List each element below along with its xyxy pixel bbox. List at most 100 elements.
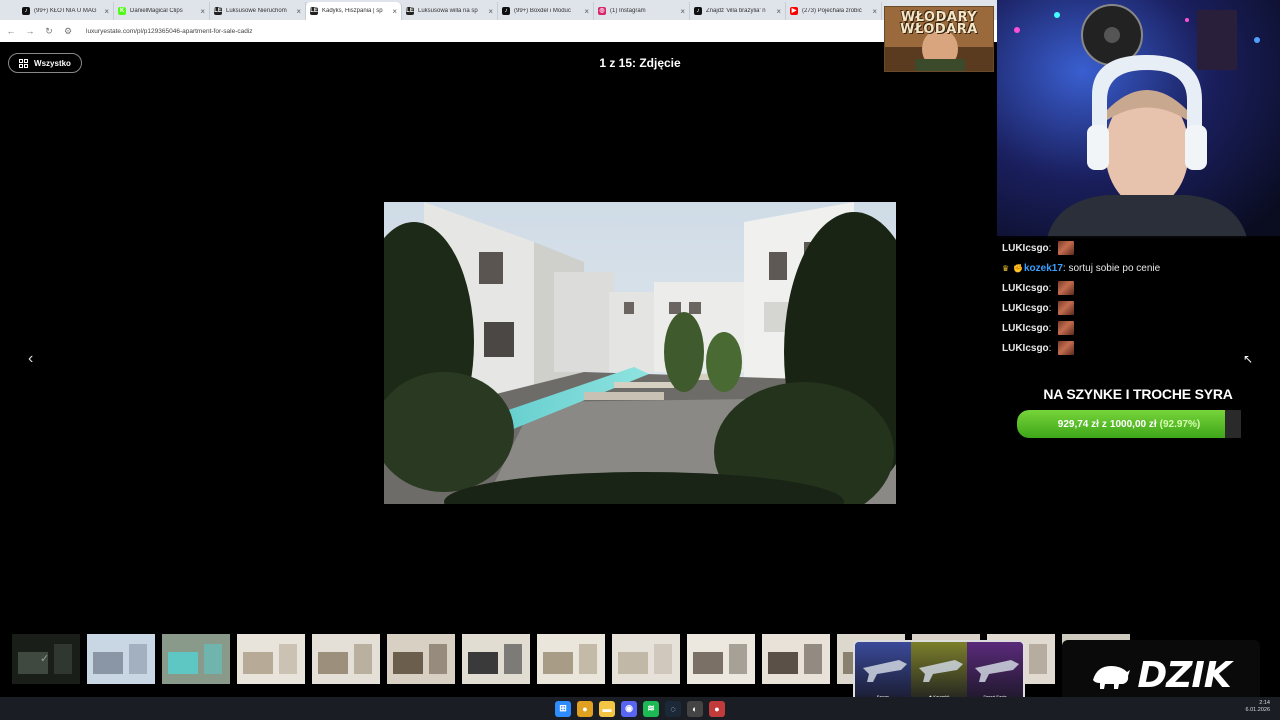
spotify-icon[interactable]: ≋: [643, 700, 659, 717]
luxuryestate-icon: LE: [214, 7, 222, 15]
previous-photo-icon[interactable]: ‹: [28, 350, 33, 368]
photo-thumbnail[interactable]: [87, 634, 155, 684]
donation-goal-text: 929,74 zł z 1000,00 zł (92.97%): [1017, 410, 1241, 438]
chat-username[interactable]: LUKIcsgo: [1002, 323, 1049, 334]
discord-icon[interactable]: ◉: [621, 700, 637, 717]
goal-target: 1000,00 zł: [1109, 418, 1157, 430]
chat-separator: :: [1048, 322, 1055, 334]
browser-tab[interactable]: LE Kadyks, Hiszpania | sp ×: [306, 2, 402, 20]
tab-title: (273) Pojechała zrobić: [802, 8, 862, 14]
chat-message: LUKIcsgo:: [1002, 278, 1275, 298]
browser-tab[interactable]: ♪ Znajdź 'villa brazylia' n ×: [690, 2, 786, 20]
chat-text: sortuj sobie po cenie: [1068, 262, 1161, 274]
browser-tab[interactable]: ♪ (99+) Boxdel i Moduc ×: [498, 2, 594, 20]
chat-username[interactable]: LUKIcsgo: [1002, 243, 1049, 254]
chat-separator: :: [1048, 342, 1055, 354]
chat-username[interactable]: LUKIcsgo: [1002, 283, 1049, 294]
photo-thumbnail[interactable]: [537, 634, 605, 684]
reload-icon[interactable]: ↻: [44, 26, 54, 37]
browser-tab[interactable]: LE Luksusowa willa na sp ×: [402, 2, 498, 20]
steam-icon[interactable]: ◌: [665, 700, 681, 717]
stream-banner: WŁODARY WŁODARA: [884, 6, 994, 72]
main-photo: [384, 202, 896, 504]
browser-tab-bar: ♪ (99+) KŁÓTNIA U MAG × K DanielMagical Clip…: [0, 0, 1000, 20]
youtube-icon: ▶: [790, 7, 798, 15]
forward-icon[interactable]: →: [25, 26, 35, 36]
chat-username[interactable]: kozek17: [1024, 263, 1063, 274]
chrome-icon[interactable]: ●: [577, 700, 593, 717]
tab-title: Luksusowa willa na sp: [418, 8, 478, 14]
chat-emote-icon: [1058, 281, 1075, 295]
photo-thumbnail[interactable]: [387, 634, 455, 684]
photo-thumbnail[interactable]: [762, 634, 830, 684]
chat-separator: :: [1048, 302, 1055, 314]
selected-check-icon: ✓: [40, 653, 50, 665]
boar-icon: [1093, 666, 1131, 689]
browser-tab[interactable]: ◎ (1) Instagram ×: [594, 2, 690, 20]
chat-separator: :: [1048, 282, 1055, 294]
close-tab-icon[interactable]: ×: [392, 7, 397, 16]
browser-tab[interactable]: ▶ (273) Pojechała zrobić ×: [786, 2, 882, 20]
chat-separator: :: [1048, 242, 1055, 254]
tab-title: DanielMagical Clips: [130, 8, 183, 14]
tiktok-icon: ♪: [694, 7, 702, 15]
site-info-icon[interactable]: ⚙: [63, 26, 73, 37]
chat-message: LUKIcsgo:: [1002, 298, 1275, 318]
clock-date: 6.01.2026: [1245, 707, 1270, 713]
chat-message: LUKIcsgo:: [1002, 338, 1275, 358]
close-tab-icon[interactable]: ×: [104, 7, 109, 16]
windows-start-icon[interactable]: ⊞: [555, 700, 571, 717]
photo-thumbnail[interactable]: [237, 634, 305, 684]
obs-icon[interactable]: ◐: [687, 700, 703, 717]
weapon-icon: [919, 660, 963, 682]
back-icon[interactable]: ←: [6, 26, 16, 36]
photo-thumbnail[interactable]: [612, 634, 680, 684]
browser-tab[interactable]: ♪ (99+) KŁÓTNIA U MAG ×: [18, 2, 114, 20]
file-explorer-icon[interactable]: ▬: [599, 700, 615, 717]
donation-goal-bar: 929,74 zł z 1000,00 zł (92.97%): [1017, 410, 1241, 438]
close-tab-icon[interactable]: ×: [488, 7, 493, 16]
chat-emote-icon: [1058, 321, 1075, 335]
instagram-icon: ◎: [598, 7, 606, 15]
clock-time: 2:14: [1259, 700, 1270, 706]
goal-separator: z: [1101, 418, 1107, 430]
tab-title: Kadyks, Hiszpania | sp: [322, 8, 383, 14]
browser-tab[interactable]: K DanielMagical Clips ×: [114, 2, 210, 20]
crown-badge-icon: ♛: [1002, 263, 1010, 273]
photo-thumbnail[interactable]: [462, 634, 530, 684]
close-tab-icon[interactable]: ×: [296, 7, 301, 16]
show-all-label: Wszystko: [34, 58, 71, 68]
chat-emote-icon: [1058, 301, 1075, 315]
muscle-badge-icon: ✊: [1013, 263, 1023, 273]
photo-thumbnail[interactable]: [687, 634, 755, 684]
url-field[interactable]: luxuryestate.com/pl/p129365046-apartment…: [86, 28, 253, 35]
chat-username[interactable]: LUKIcsgo: [1002, 303, 1049, 314]
tiktok-icon: ♪: [502, 7, 510, 15]
close-tab-icon[interactable]: ×: [584, 7, 589, 16]
close-tab-icon[interactable]: ×: [200, 7, 205, 16]
browser-tab[interactable]: LE Luksusowe Nieruchom ×: [210, 2, 306, 20]
tab-title: (99+) Boxdel i Moduc: [514, 8, 571, 14]
tab-title: Luksusowe Nieruchom: [226, 8, 287, 14]
weapon-icon: [863, 660, 907, 682]
photo-thumbnail[interactable]: [162, 634, 230, 684]
close-tab-icon[interactable]: ×: [872, 7, 877, 16]
chrome-alt-icon[interactable]: ●: [709, 700, 725, 717]
goal-percent: (92.97%): [1159, 418, 1201, 430]
luxuryestate-icon: LE: [310, 7, 318, 15]
close-tab-icon[interactable]: ×: [680, 7, 685, 16]
donation-goal-title: NA SZYNKE I TROCHE SYRA: [1043, 386, 1233, 402]
show-all-button[interactable]: Wszystko: [8, 53, 82, 73]
chat-message: LUKIcsgo:: [1002, 318, 1275, 338]
chat-username[interactable]: LUKIcsgo: [1002, 343, 1049, 354]
photo-counter: 1 z 15: Zdjęcie: [599, 56, 681, 70]
close-tab-icon[interactable]: ×: [776, 7, 781, 16]
chat-emote-icon: [1058, 341, 1075, 355]
tiktok-icon: ♪: [22, 7, 30, 15]
webcam-feed: [997, 0, 1280, 238]
tab-title: Znajdź 'villa brazylia' n: [706, 8, 766, 14]
photo-thumbnail[interactable]: ✓: [12, 634, 80, 684]
stream-chat: LUKIcsgo: ♛ ✊ kozek17: sortuj sobie po cen…: [997, 236, 1280, 358]
photo-thumbnail[interactable]: [312, 634, 380, 684]
banner-text: WŁODARY WŁODARA: [900, 10, 978, 37]
